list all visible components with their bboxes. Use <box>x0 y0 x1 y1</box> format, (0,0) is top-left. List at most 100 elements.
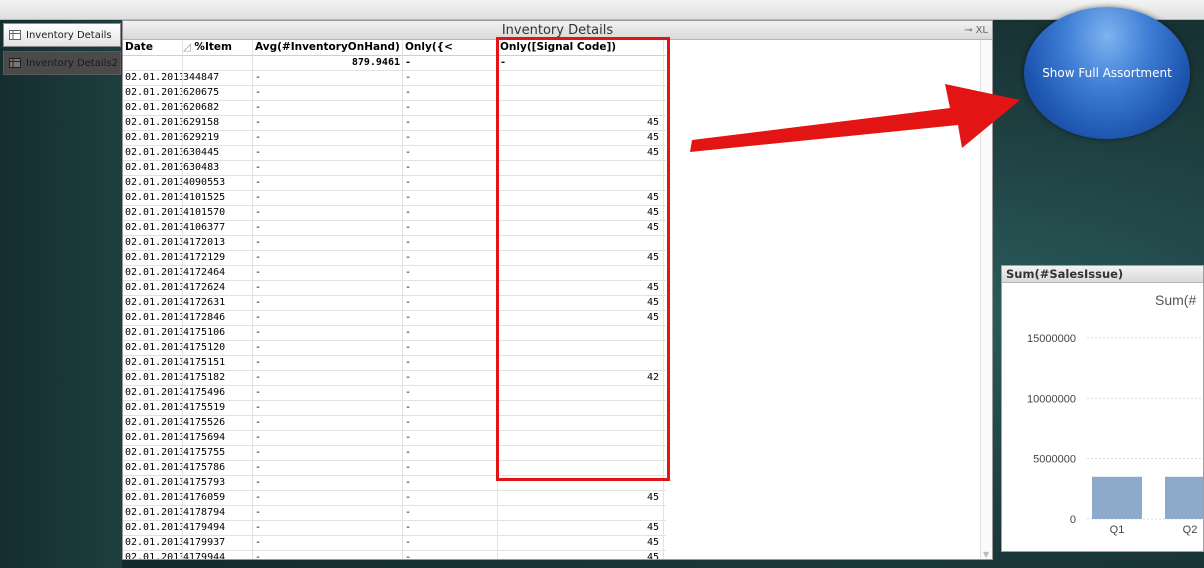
cell-date: 02.01.2013 <box>125 251 183 265</box>
x-tick-label: Q2 <box>1183 524 1198 536</box>
cell-inventory: - <box>253 251 403 265</box>
cell-only: - <box>403 521 498 535</box>
cell-date: 02.01.2013 <box>125 356 183 370</box>
cell-only: - <box>403 386 498 400</box>
cell-only: - <box>403 71 498 85</box>
cell-inventory: - <box>253 416 403 430</box>
cell-inventory: - <box>253 446 403 460</box>
cell-inventory: - <box>253 206 403 220</box>
tab-label: Inventory Details2 <box>26 57 118 69</box>
cell-date: 02.01.2013 <box>125 326 183 340</box>
header-inventory[interactable]: Avg(#InventoryOnHand) <box>253 40 403 55</box>
cell-date: 02.01.2013 <box>125 341 183 355</box>
cell-only: - <box>403 506 498 520</box>
pointer-arrow <box>690 84 1020 152</box>
cell-inventory: - <box>253 86 403 100</box>
cell-only: - <box>403 416 498 430</box>
cell-date: 02.01.2013 <box>125 176 183 190</box>
cell-inventory: - <box>253 146 403 160</box>
cell-item: 4176059 <box>183 491 253 505</box>
cell-inventory: - <box>253 221 403 235</box>
cell-date: 02.01.2013 <box>125 116 183 130</box>
table-row[interactable]: 02.01.2013 4178794- - <box>123 506 666 521</box>
show-full-assortment-button[interactable]: Show Full Assortment <box>1024 7 1190 139</box>
cell-only: - <box>403 176 498 190</box>
sheet-tabs: Inventory Details Inventory Details2 <box>0 20 122 568</box>
cell-inventory: - <box>253 71 403 85</box>
cell-item: 629219 <box>183 131 253 145</box>
scroll-down-icon[interactable]: ▼ <box>983 550 989 559</box>
cell-only: - <box>403 116 498 130</box>
cell-date: 02.01.2013 <box>125 236 183 250</box>
cell-date: 02.01.2013 <box>125 206 183 220</box>
cell-inventory: - <box>253 386 403 400</box>
cell-date: 02.01.2013 <box>125 401 183 415</box>
cell-only: - <box>403 131 498 145</box>
cell-only: - <box>403 536 498 550</box>
minimize-icon[interactable]: ⊸ <box>964 21 972 40</box>
cell-only: - <box>403 401 498 415</box>
header-item[interactable]: ◿ %Item <box>183 40 253 55</box>
cell-only: - <box>403 296 498 310</box>
cell-item: 4175151 <box>183 356 253 370</box>
table-row[interactable]: 02.01.2013 4176059- -45 <box>123 491 666 506</box>
header-date[interactable]: Date <box>123 40 183 55</box>
cell-inventory: - <box>253 176 403 190</box>
cell-only: - <box>403 446 498 460</box>
cell-date: 02.01.2013 <box>125 71 183 85</box>
cell-item: 4101570 <box>183 206 253 220</box>
cell-only: - <box>403 236 498 250</box>
table-row[interactable]: 02.01.2013 4179494- -45 <box>123 521 666 536</box>
cell-item: 344847 <box>183 71 253 85</box>
y-tick-label: 5000000 <box>1033 454 1076 466</box>
cell-only: - <box>403 311 498 325</box>
cell-inventory: - <box>253 236 403 250</box>
cell-item: 4175526 <box>183 416 253 430</box>
cell-inventory: - <box>253 551 403 559</box>
cell-date: 02.01.2013 <box>125 131 183 145</box>
cell-date: 02.01.2013 <box>125 281 183 295</box>
app-toolbar <box>0 0 1204 20</box>
table-row[interactable]: 02.01.2013 4179937- -45 <box>123 536 666 551</box>
cell-only: - <box>403 356 498 370</box>
cell-only: - <box>403 431 498 445</box>
cell-item: 4179937 <box>183 536 253 550</box>
tab-label: Inventory Details <box>26 29 112 41</box>
cell-inventory: - <box>253 521 403 535</box>
table-icon <box>8 57 22 69</box>
cell-only: - <box>403 281 498 295</box>
cell-date: 02.01.2013 <box>125 266 183 280</box>
total-only: - <box>403 56 498 70</box>
cell-date: 02.01.2013 <box>125 86 183 100</box>
cell-signal: 45 <box>498 491 664 505</box>
cell-only: - <box>403 326 498 340</box>
tab-inventory-details[interactable]: Inventory Details <box>3 23 121 47</box>
cell-date: 02.01.2013 <box>125 506 183 520</box>
cell-date: 02.01.2013 <box>123 551 183 559</box>
cell-item: 4106377 <box>183 221 253 235</box>
cell-inventory: - <box>253 341 403 355</box>
y-tick-label: 10000000 <box>1027 393 1076 405</box>
cell-only: - <box>403 476 498 490</box>
cell-only: - <box>403 146 498 160</box>
cell-item: 4179944 <box>183 551 253 559</box>
table-row[interactable]: 02.01.2013 4179944- -45 <box>123 551 666 559</box>
cell-inventory: - <box>253 491 403 505</box>
cell-inventory: - <box>253 476 403 490</box>
cell-only: - <box>403 461 498 475</box>
cell-inventory: - <box>253 191 403 205</box>
header-only[interactable]: Only({< <box>403 40 498 55</box>
cell-inventory: - <box>253 326 403 340</box>
cell-signal: 45 <box>498 521 664 535</box>
cell-item: 4172464 <box>183 266 253 280</box>
cell-date: 02.01.2013 <box>125 146 183 160</box>
cell-only: - <box>403 221 498 235</box>
tab-inventory-details2[interactable]: Inventory Details2 <box>3 51 121 75</box>
chart-canvas: Sum(# 15000000 10000000 5000000 0 Q1 Q2 <box>1027 292 1203 536</box>
cell-item: 4172129 <box>183 251 253 265</box>
cell-item: 4175496 <box>183 386 253 400</box>
cell-date: 02.01.2013 <box>125 101 183 115</box>
button-label: Show Full Assortment <box>1042 66 1172 80</box>
excel-export-icon[interactable]: XL <box>976 21 988 40</box>
cell-inventory: - <box>253 281 403 295</box>
